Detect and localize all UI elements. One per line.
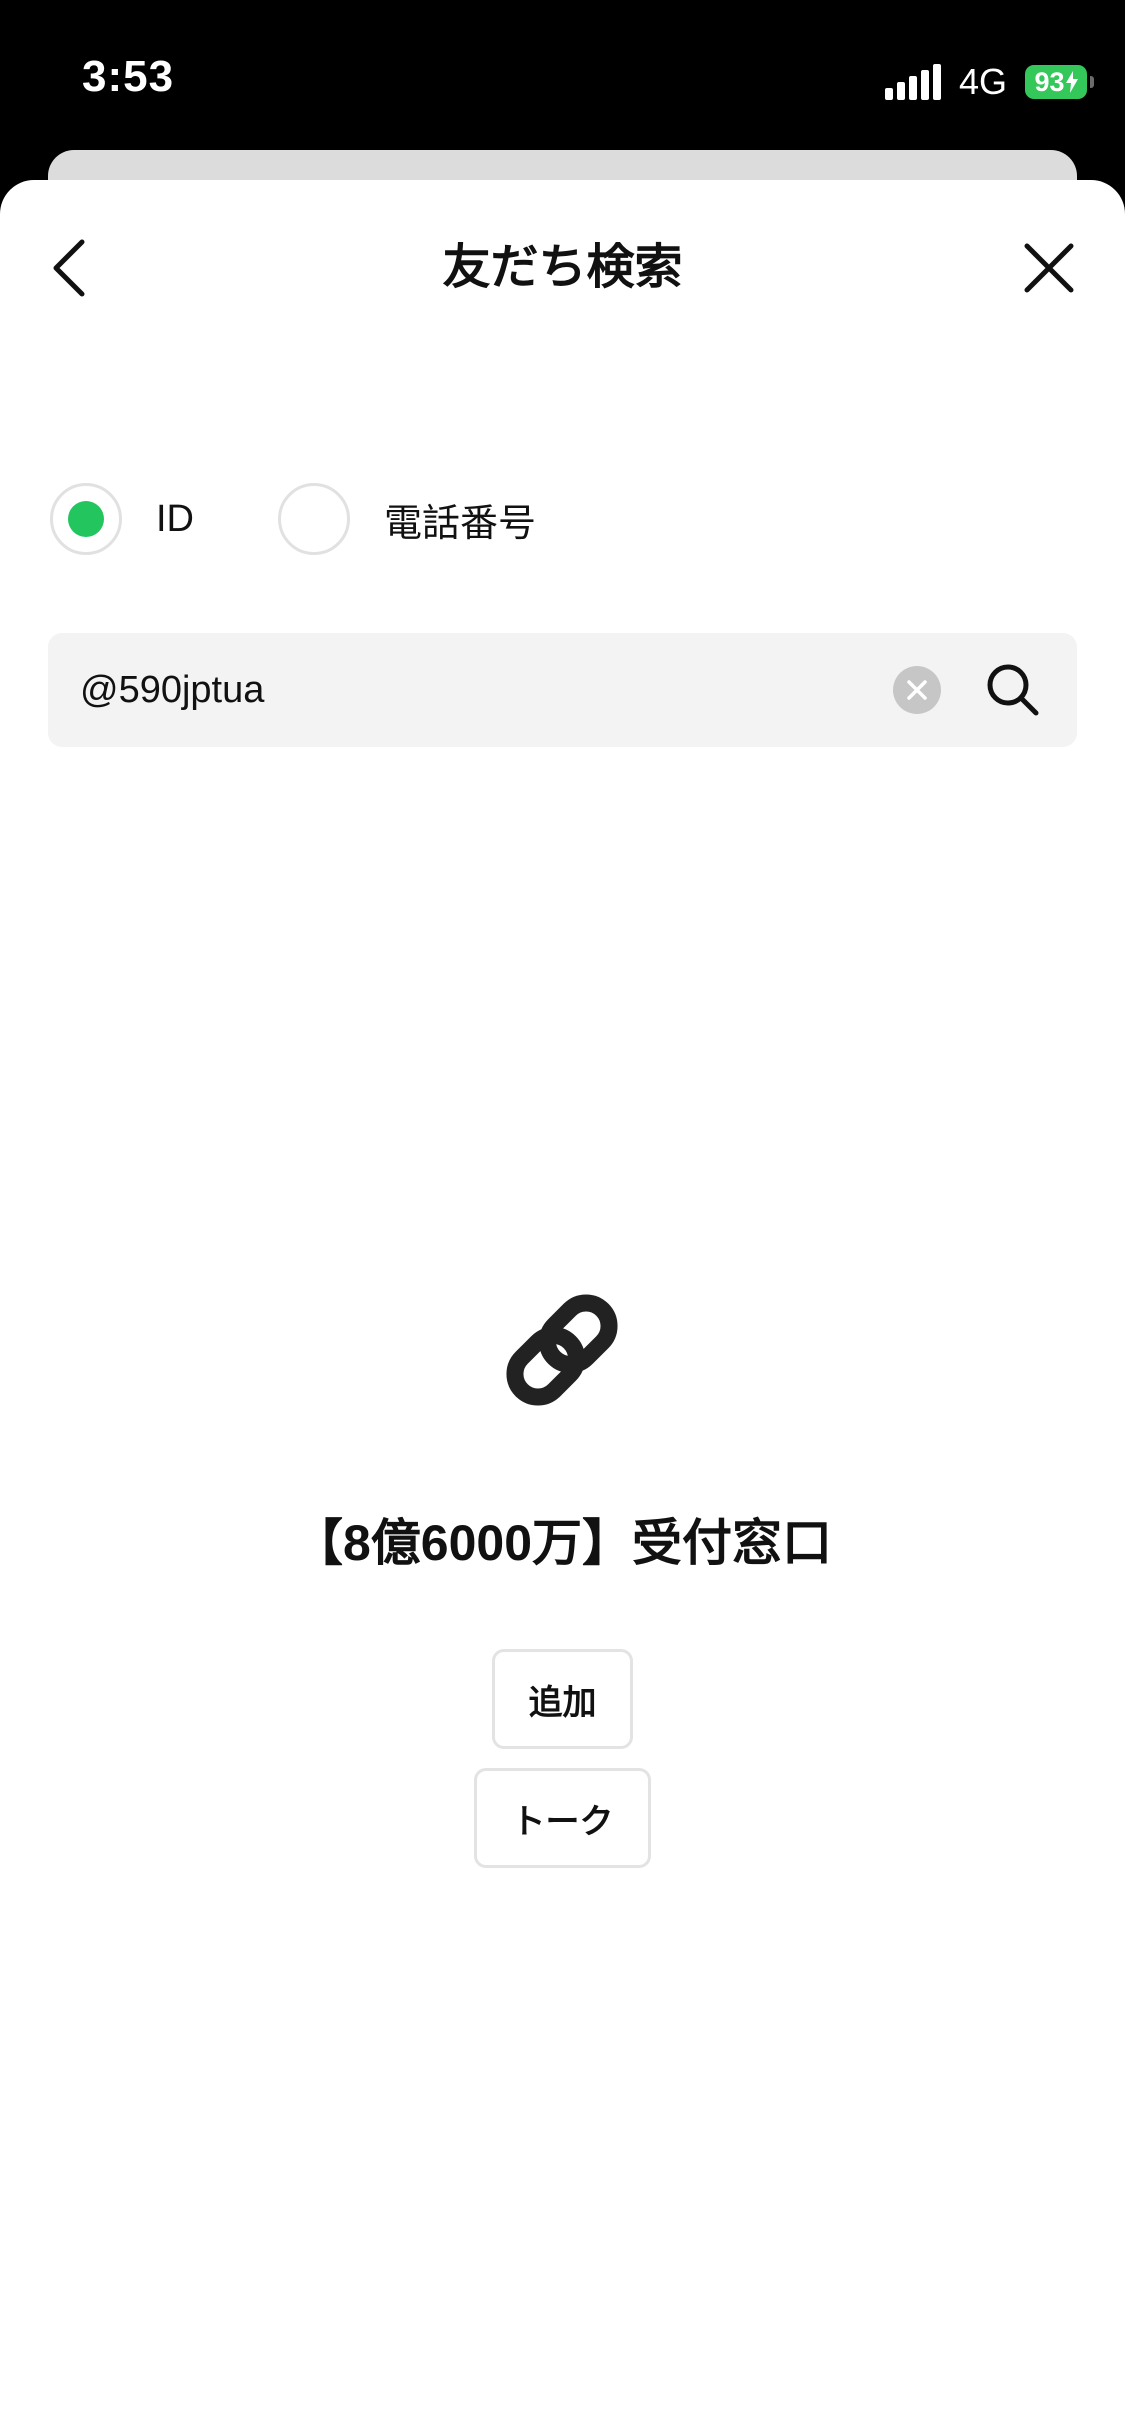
friend-search-sheet: 友だち検索 ID 電話番号 @590jptua 【8億6000万】受付窓口 追加…	[0, 180, 1125, 2436]
search-box	[48, 633, 1077, 747]
radio-button-id[interactable]	[50, 483, 122, 555]
signal-icon	[884, 64, 941, 100]
result-account-name: 【8億6000万】受付窓口	[292, 1515, 833, 1571]
battery-level: 93	[1034, 66, 1065, 97]
status-time: 3:53	[82, 52, 175, 101]
clear-button[interactable]	[893, 666, 941, 714]
search-button[interactable]	[983, 660, 1043, 720]
search-input[interactable]	[80, 633, 900, 747]
battery-tip	[1090, 76, 1094, 88]
close-button[interactable]	[1013, 230, 1085, 306]
radio-option-id[interactable]: ID	[50, 483, 194, 555]
close-icon	[1024, 243, 1074, 293]
search-icon	[987, 664, 1039, 716]
network-label: 4G	[958, 61, 1007, 102]
clear-icon	[907, 680, 927, 700]
search-type-selector: ID 電話番号	[50, 482, 536, 556]
battery-icon: 93	[1025, 65, 1094, 99]
talk-button[interactable]: トーク	[474, 1768, 651, 1868]
radio-option-phone[interactable]: 電話番号	[278, 483, 536, 555]
status-bar: 3:53 4G 93	[0, 0, 1125, 150]
radio-button-phone[interactable]	[278, 483, 350, 555]
radio-selected-dot	[68, 501, 104, 537]
link-icon	[506, 1294, 618, 1406]
add-friend-button[interactable]: 追加	[492, 1649, 633, 1749]
charging-bolt-icon	[1065, 71, 1078, 93]
radio-label-id: ID	[156, 497, 194, 540]
status-indicators: 4G 93	[884, 60, 1094, 104]
page-title: 友だち検索	[442, 241, 683, 294]
radio-label-phone: 電話番号	[384, 502, 537, 545]
